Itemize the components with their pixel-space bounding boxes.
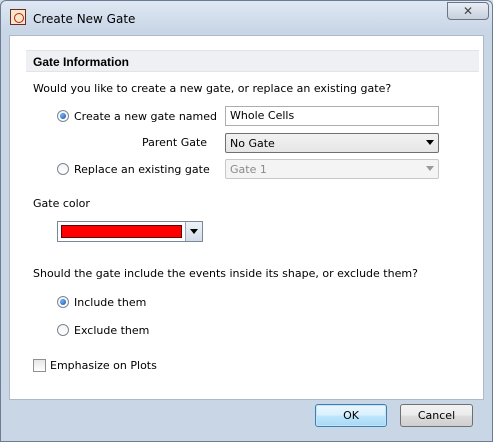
section-header: Gate Information bbox=[26, 50, 479, 72]
ok-button[interactable]: OK bbox=[315, 404, 387, 427]
app-icon bbox=[10, 9, 26, 25]
title-bar[interactable]: Create New Gate ✕ bbox=[1, 1, 492, 35]
chevron-down-icon bbox=[426, 140, 434, 145]
include-exclude-question: Should the gate include the events insid… bbox=[33, 267, 418, 280]
replace-existing-gate-label[interactable]: Replace an existing gate bbox=[74, 163, 210, 176]
dialog-content: Gate Information Would you like to creat… bbox=[9, 35, 484, 400]
chevron-down-icon bbox=[426, 166, 434, 171]
emphasize-on-plots-checkbox[interactable] bbox=[33, 359, 46, 372]
gate-color-picker[interactable] bbox=[57, 221, 203, 242]
include-them-label[interactable]: Include them bbox=[74, 296, 146, 309]
color-swatch bbox=[61, 225, 182, 238]
gate-color-label: Gate color bbox=[33, 197, 90, 210]
exclude-them-radio[interactable] bbox=[57, 324, 69, 336]
gate-name-value: Whole Cells bbox=[230, 109, 295, 122]
section-title: Gate Information bbox=[33, 55, 130, 69]
parent-gate-label: Parent Gate bbox=[142, 136, 208, 149]
window-title: Create New Gate bbox=[33, 12, 136, 26]
create-new-gate-radio[interactable] bbox=[57, 110, 69, 122]
close-button[interactable]: ✕ bbox=[447, 2, 489, 20]
exclude-them-label[interactable]: Exclude them bbox=[74, 324, 149, 337]
create-replace-question: Would you like to create a new gate, or … bbox=[33, 82, 392, 95]
emphasize-on-plots-label[interactable]: Emphasize on Plots bbox=[50, 359, 157, 372]
parent-gate-value: No Gate bbox=[230, 137, 275, 150]
parent-gate-dropdown[interactable]: No Gate bbox=[225, 133, 439, 153]
replace-existing-gate-radio[interactable] bbox=[57, 163, 69, 175]
create-new-gate-dialog: Create New Gate ✕ Gate Information Would… bbox=[0, 0, 493, 442]
create-new-gate-label[interactable]: Create a new gate named bbox=[74, 110, 217, 123]
existing-gate-dropdown[interactable]: Gate 1 bbox=[225, 159, 439, 179]
include-them-radio[interactable] bbox=[57, 296, 69, 308]
gate-name-input[interactable]: Whole Cells bbox=[225, 106, 439, 126]
existing-gate-value: Gate 1 bbox=[230, 163, 267, 176]
color-dropdown-button[interactable] bbox=[185, 222, 202, 241]
cancel-button[interactable]: Cancel bbox=[400, 404, 473, 427]
